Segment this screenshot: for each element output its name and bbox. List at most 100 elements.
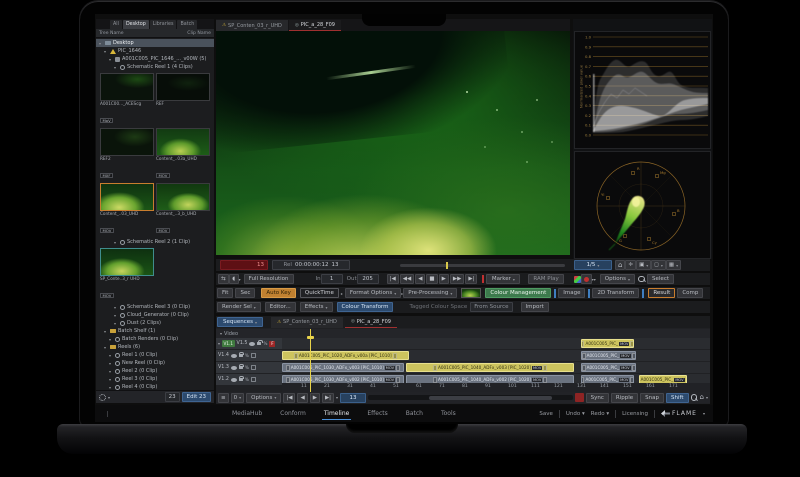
tree-caret-icon[interactable]: ▾ (114, 305, 118, 310)
clip-handle-left[interactable] (582, 365, 586, 371)
clip-handle-left[interactable] (286, 365, 290, 371)
lock-icon[interactable] (239, 366, 243, 369)
sequences-dropdown[interactable]: Sequences (217, 317, 263, 327)
viewer-zoom-dropdown[interactable]: 1/5 (574, 260, 612, 270)
record-button[interactable] (581, 274, 592, 284)
undo-button[interactable]: Undo ▾ (566, 411, 585, 417)
tree-caret-icon[interactable]: ▾ (109, 353, 113, 358)
viewer-image[interactable] (216, 31, 570, 255)
tree-item[interactable]: ▾Reel 1 (0 Clip) (96, 351, 214, 359)
clip-name-header[interactable]: Clip Name (187, 31, 211, 36)
chevron-down-icon[interactable]: ▾ (108, 395, 110, 400)
media-thumbnail[interactable]: REF2MXF (100, 128, 154, 181)
media-thumbnail[interactable]: A001C00..._ACEScgMoV (100, 73, 154, 126)
in-field[interactable]: 1 (321, 274, 343, 284)
clip-handle-left[interactable] (581, 341, 584, 347)
pre-processing-dropdown[interactable]: Pre-Processing (403, 288, 457, 298)
fx-node-thumbnail[interactable] (461, 288, 481, 298)
opacity-icon[interactable]: % (245, 377, 249, 382)
tree-item[interactable]: ▾Schematic Reel 2 (1 Clip) (96, 238, 214, 246)
auto-key-button[interactable]: Auto Key (261, 288, 296, 298)
waveform-scope[interactable]: Normalized pixel value 1.00.90.80.70.60.… (574, 31, 711, 149)
clip-handle-right[interactable] (632, 365, 636, 371)
track-option-box[interactable] (251, 365, 256, 370)
fit-button[interactable]: Fit (217, 288, 233, 298)
tree-item[interactable]: ▾PIC_1646 (96, 47, 214, 55)
cut-mode-button[interactable] (575, 393, 584, 402)
transport-button-2[interactable]: ◀ (415, 274, 425, 284)
chevron-down-icon[interactable]: ▾ (706, 395, 708, 400)
sync-button[interactable]: Sync (586, 393, 609, 403)
step-forward-button[interactable]: ▶ (310, 393, 320, 403)
format-options-dropdown[interactable]: Format Options (345, 288, 401, 298)
workspace-tab-timeline[interactable]: Timeline (322, 408, 352, 420)
clip-handle-right[interactable] (632, 353, 636, 359)
workspace-tab-effects[interactable]: Effects (365, 408, 389, 420)
licensing-button[interactable]: Licensing (622, 411, 648, 417)
vectorscope[interactable]: R Mg B Cy G Yl (574, 151, 711, 259)
track-header[interactable]: V1.4% (216, 350, 282, 361)
clip-handle-right[interactable] (396, 377, 400, 383)
tree-caret-icon[interactable]: ▾ (114, 65, 118, 70)
media-thumbnail[interactable]: Content_..03_UHDMOV (100, 183, 154, 236)
tree-name-header[interactable]: Tree Name (99, 31, 124, 36)
tree-item[interactable]: ▾Reel 4 (0 Clip) (96, 383, 214, 390)
tree-item[interactable]: ▾A001C005_PIC_1646_..._v00W (5) (96, 55, 214, 63)
layout-3-button[interactable]: ▦ (666, 260, 681, 270)
chevron-right-icon[interactable]: ▸ (341, 291, 343, 296)
tree-item[interactable]: ▾Reels (6) (96, 343, 214, 351)
loop-button[interactable]: ⇆ (218, 274, 229, 284)
clip-handle-left[interactable] (581, 377, 584, 383)
track-header[interactable]: V1.3% (216, 362, 282, 373)
media-thumbnail[interactable]: REF (156, 73, 210, 126)
fx-node-handle[interactable] (588, 289, 590, 298)
sequence-tab[interactable]: ⚠SP_Conten_03_r_UHD (271, 317, 343, 328)
record-patch-badge[interactable]: V1.1 (222, 340, 235, 347)
snap-button[interactable]: Snap (640, 393, 664, 403)
transport-button-6[interactable]: ▶| (465, 274, 477, 284)
track-lane[interactable]: A001C005_PIC_MOV (282, 338, 710, 349)
tree-item[interactable]: ▾Batch Shelf (1) (96, 327, 214, 335)
relative-timecode-field[interactable]: Rel 00:00:00:12 13 (272, 260, 350, 270)
chevron-down-icon[interactable]: ▾ (336, 395, 338, 400)
media-tab-desktop[interactable]: Desktop (123, 20, 149, 29)
opacity-icon[interactable]: % (245, 365, 249, 370)
timeline-clip[interactable]: A001C005_PIC_MOV (581, 339, 634, 348)
lock-icon[interactable] (257, 342, 261, 345)
clip-handle-left[interactable] (286, 377, 290, 383)
render-sel-dropdown[interactable]: Render Sel (217, 302, 261, 312)
layout-1-button[interactable]: ▣ (636, 260, 651, 270)
clip-handle-right[interactable] (630, 377, 633, 383)
tree-caret-icon[interactable]: ▾ (114, 240, 118, 245)
timeline-options-dropdown[interactable]: Options (246, 393, 281, 403)
media-count-field[interactable]: 23 (165, 392, 180, 402)
tree-caret-icon[interactable]: ▾ (109, 369, 113, 374)
track-option-box[interactable] (251, 377, 256, 382)
zoom-timeline-icon[interactable] (691, 394, 698, 401)
tree-caret-icon[interactable]: ▾ (104, 345, 108, 350)
redo-button[interactable]: Redo ▾ (591, 411, 609, 417)
tree-item[interactable]: ▾Reel 2 (0 Clip) (96, 367, 214, 375)
tree-caret-icon[interactable]: ▾ (99, 41, 103, 46)
fx-node-image[interactable]: Image (558, 288, 585, 298)
clip-handle-right[interactable] (686, 377, 687, 383)
viewer-tab[interactable]: ◎PIC_a_28_F09 (289, 20, 341, 31)
lock-icon[interactable] (239, 354, 243, 357)
media-thumbnail[interactable]: SP_Conte..3_r UHDMOV (100, 248, 154, 301)
clip-handle-left[interactable] (294, 353, 298, 359)
tagged-colour-space-value[interactable]: From Source (470, 302, 512, 312)
out-field[interactable]: 205 (357, 274, 379, 284)
clip-handle-right[interactable] (543, 377, 547, 383)
edit-fps-button[interactable]: Edit 23 (182, 392, 211, 402)
ram-play-button[interactable]: RAM Play (528, 274, 563, 284)
video-section-row[interactable]: ▾ Video (216, 329, 710, 338)
tree-item[interactable]: ▾Batch Renders (0 Clip) (96, 335, 214, 343)
chevron-down-icon[interactable]: ▾ (218, 341, 220, 346)
visibility-eye-icon[interactable] (231, 366, 237, 370)
tree-caret-icon[interactable]: ▾ (109, 57, 113, 62)
tree-caret-icon[interactable]: ▾ (109, 385, 113, 390)
visibility-eye-icon[interactable] (231, 354, 237, 358)
track-options-button[interactable]: ≡ (218, 393, 229, 403)
format-button[interactable]: QuickTime (300, 288, 339, 298)
fx-node-2d-transform[interactable]: 2D Transform (592, 288, 639, 298)
